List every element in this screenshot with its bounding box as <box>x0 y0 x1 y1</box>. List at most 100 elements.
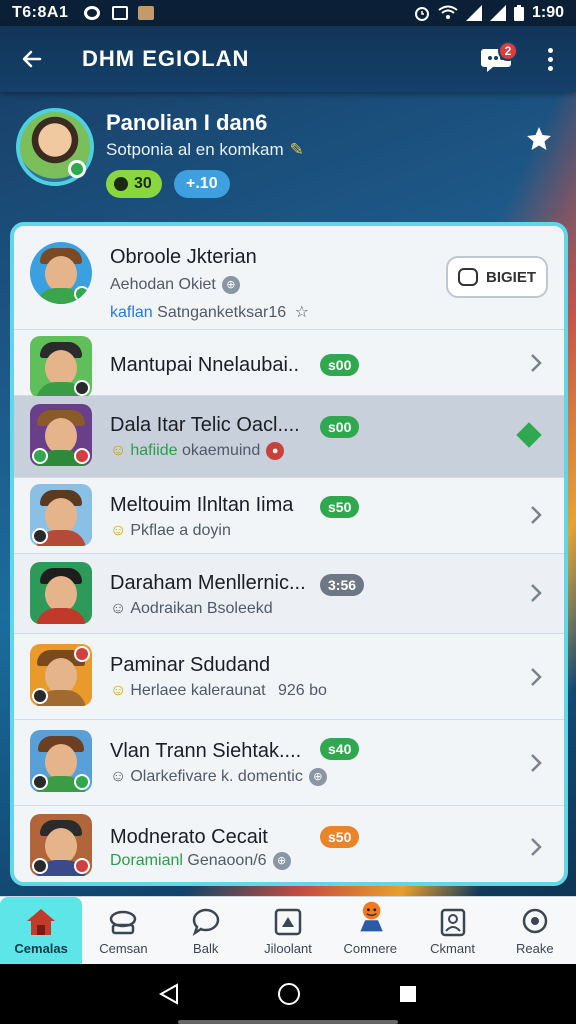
meta-text: Satnganketksar16 <box>157 304 287 321</box>
sub-text: Genaoon/6 <box>187 852 267 870</box>
favorite-button[interactable] <box>524 124 556 156</box>
nav-item-chat[interactable]: Balk <box>165 897 247 964</box>
list-item-sub: ☺ Aodraikan Bsoleekd <box>110 600 273 618</box>
nav-label: Balk <box>193 941 219 956</box>
sub-text: okaemuind <box>181 442 261 460</box>
speech-icon <box>519 907 551 937</box>
page-title: DHM EGIOLAN <box>82 46 250 71</box>
lock-icon: ⊕ <box>221 276 240 294</box>
sub-text: Pkflae a doyin <box>130 522 231 539</box>
avatar[interactable] <box>16 108 94 186</box>
friends-list-card: Obroole Jkterian Aehodan Okiet ⊕ kaflan S… <box>10 222 568 886</box>
sub-highlight: hafiide <box>130 442 178 460</box>
nav-label: Cemsan <box>99 941 148 956</box>
pencil-icon[interactable]: ✎ <box>290 140 304 159</box>
sub-highlight: Doramianl <box>110 852 183 870</box>
list-item-sub: ☺ Olarkefivare k. domentic ⊕ <box>110 768 327 786</box>
list-item-meta: kaflan Satnganketksar16 ☆ <box>110 302 309 322</box>
face-icon: ☺ <box>110 768 127 786</box>
bonus-chip[interactable]: +.10 <box>174 170 230 198</box>
nav-item-profile[interactable]: Ckmant <box>411 897 493 964</box>
tier-button[interactable]: BIGIET <box>446 256 548 298</box>
back-triangle-icon[interactable] <box>157 982 181 1006</box>
list-item-name: Vlan Trann Siehtak.... <box>110 740 302 762</box>
back-button[interactable] <box>16 43 48 75</box>
chevron-right-icon <box>531 754 542 772</box>
list-item[interactable]: Paminar Sdudand ☺ Herlaee kaleraunat 926 … <box>14 634 564 720</box>
avatar <box>30 336 92 398</box>
lock-icon: ⊕ <box>308 768 327 786</box>
meta-highlight: kaflan <box>110 304 153 321</box>
chat-icon <box>190 907 222 937</box>
chat-button[interactable]: 2 <box>476 39 518 79</box>
avatar <box>30 562 92 624</box>
list-item-name: Modnerato Cecait <box>110 826 268 848</box>
list-header-row[interactable]: Obroole Jkterian Aehodan Okiet ⊕ kaflan S… <box>14 226 564 330</box>
face-icon: ☺ <box>110 682 127 699</box>
list-item-name: Paminar Sdudand <box>110 654 271 676</box>
avatar <box>30 404 92 466</box>
profile-subtitle: Sotponia al en komkam ✎ <box>106 140 304 160</box>
sub-text: Olarkefivare k. domentic <box>130 768 303 786</box>
nav-label: Jiloolant <box>264 941 312 956</box>
avatar <box>30 242 92 304</box>
bonus-value: +.10 <box>186 175 218 192</box>
sub-text: Herlaee kaleraunat <box>130 682 266 699</box>
badge-icon: ● <box>266 442 285 460</box>
more-options-button[interactable] <box>540 43 560 75</box>
nav-item-community[interactable]: Comnere <box>329 897 411 964</box>
arrow-left-icon <box>22 50 42 68</box>
bottom-navigation: Cemalas Cemsan Balk Jiloolant Comnere Ck… <box>0 896 576 964</box>
dot <box>547 56 553 62</box>
face-icon: ☺ <box>110 442 127 460</box>
list-item[interactable]: Modnerato Cecait Doramianl Genaoon/6 ⊕ s5… <box>14 806 564 882</box>
list-item-sub: Aehodan Okiet ⊕ <box>110 276 240 294</box>
avatar-icon <box>354 897 386 937</box>
nav-item-puzzle[interactable]: Jiloolant <box>247 897 329 964</box>
profile-card-icon <box>437 907 469 937</box>
list-item[interactable]: Vlan Trann Siehtak.... ☺ Olarkefivare k. … <box>14 720 564 806</box>
list-item[interactable]: Daraham Menllernic... ☺ Aodraikan Bsoleek… <box>14 554 564 634</box>
nav-label: Cemalas <box>14 941 68 956</box>
chevron-right-icon <box>531 354 542 372</box>
home-icon <box>25 907 57 937</box>
list-item[interactable]: Meltouim Ilnltan Iima ☺ Pkflae a doyin s5… <box>14 478 564 554</box>
avatar <box>30 814 92 876</box>
home-indicator <box>178 1020 398 1024</box>
chat-bubble-icon <box>457 268 478 286</box>
chat-badge: 2 <box>498 41 518 61</box>
face-icon: ☺ <box>110 522 127 539</box>
tier-button-label: BIGIET <box>485 268 536 286</box>
status-bar: T6:8A1 1:90 <box>0 0 576 26</box>
chevron-right-icon <box>531 838 542 856</box>
status-time: T6:8A1 <box>12 4 69 21</box>
nav-item-speech[interactable]: Reake <box>494 897 576 964</box>
online-status-dot <box>68 160 86 178</box>
list-item[interactable]: Mantupai Nnelaubai.. s00 <box>14 330 564 398</box>
status-badge: s00 <box>320 354 360 376</box>
home-circle-icon[interactable] <box>276 981 302 1007</box>
puzzle-icon <box>272 907 304 937</box>
nav-item-home[interactable]: Cemalas <box>0 897 83 964</box>
list-item-name: Mantupai Nnelaubai.. <box>110 354 300 376</box>
profile-subtitle-text: Sotponia al en komkam <box>106 140 284 159</box>
list-item-name: Obroole Jkterian <box>110 246 257 268</box>
list-item[interactable]: Dala Itar Telic Oacl.... ☺ hafiide okaemu… <box>14 396 564 478</box>
avatar <box>30 484 92 546</box>
dot <box>547 47 553 53</box>
star-icon <box>527 127 551 150</box>
points-chip[interactable]: 30 <box>106 170 162 198</box>
star-outline-icon: ☆ <box>294 304 309 321</box>
list-item-sub: Doramianl Genaoon/6 ⊕ <box>110 852 291 870</box>
profile-name: Panolian I dan6 <box>106 110 268 135</box>
list-item-name: Dala Itar Telic Oacl.... <box>110 414 300 436</box>
signal-icon <box>465 5 482 21</box>
nav-label: Ckmant <box>430 941 475 956</box>
face-icon: ☺ <box>110 600 127 617</box>
diamond-icon <box>516 422 542 448</box>
recents-square-icon[interactable] <box>397 983 419 1005</box>
coin-icon <box>114 177 128 191</box>
nav-item-inbox[interactable]: Cemsan <box>82 897 164 964</box>
status-clock: 1:90 <box>531 4 564 21</box>
nav-label: Comnere <box>343 941 397 956</box>
